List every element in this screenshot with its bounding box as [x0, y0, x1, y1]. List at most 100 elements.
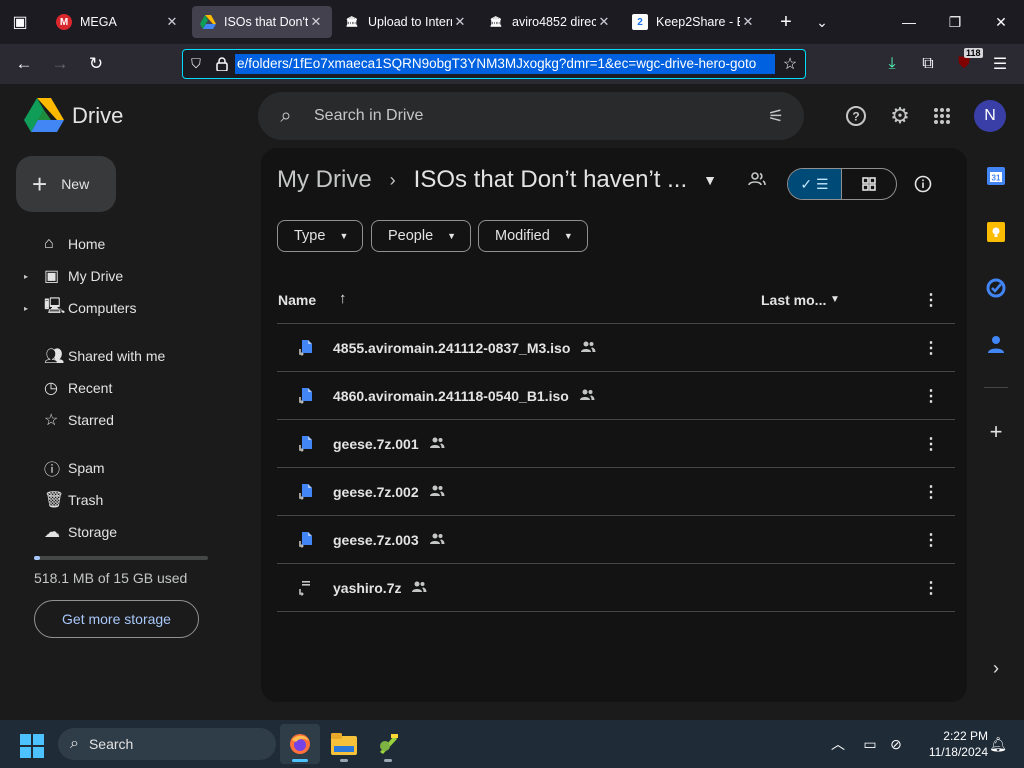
expand-caret-icon[interactable]: ▸ — [24, 272, 34, 281]
windows-start-icon[interactable] — [20, 734, 44, 758]
display-icon[interactable]: ▭ — [858, 720, 882, 768]
table-row[interactable]: geese.7z.003 ⋮ — [277, 516, 955, 564]
shared-people-icon — [429, 485, 445, 499]
sidebar-item-my-drive[interactable]: ▸ ▣ My Drive — [24, 260, 240, 292]
sidebar-item-shared[interactable]: 👥︎ Shared with me — [24, 340, 240, 372]
sidebar-item-recent[interactable]: ◷ Recent — [24, 372, 240, 404]
table-row[interactable]: geese.7z.002 ⋮ — [277, 468, 955, 516]
breadcrumb-current-folder[interactable]: ISOs that Don’t haven’t ... — [414, 166, 687, 194]
grid-view-button[interactable] — [842, 169, 896, 199]
more-vert-icon[interactable]: ⋮ — [923, 338, 939, 358]
taskbar-search-box[interactable]: ⌕ Search — [58, 728, 276, 760]
tab-upload-archive[interactable]: 🏛︎ Upload to Internet Archive ✕ — [336, 6, 476, 38]
search-input[interactable]: Search in Drive — [314, 107, 748, 125]
taskbar-clock[interactable]: 2:22 PM 11/18/2024 — [912, 728, 988, 760]
new-tab-icon[interactable]: + — [768, 11, 804, 34]
expand-caret-icon[interactable]: ▸ — [24, 304, 34, 313]
sidebar-item-trash[interactable]: 🗑︎ Trash — [24, 484, 240, 516]
network-volume-icon[interactable]: ⊘ — [884, 720, 908, 768]
show-hidden-icons-chevron-icon[interactable]: ︿ — [826, 720, 850, 768]
name-column-header[interactable]: Name — [278, 292, 316, 308]
tab-close-icon[interactable]: ✕ — [452, 14, 468, 30]
tab-mega[interactable]: M MEGA ✕ — [48, 6, 188, 38]
sidebar-item-starred[interactable]: ☆ Starred — [24, 404, 240, 436]
tab-close-icon[interactable]: ✕ — [164, 14, 180, 30]
more-vert-icon[interactable]: ⋮ — [923, 386, 939, 406]
tasks-icon[interactable] — [984, 276, 1008, 300]
more-vert-icon[interactable]: ⋮ — [923, 578, 939, 598]
more-vert-icon[interactable]: ⋮ — [923, 434, 939, 454]
add-addon-icon[interactable]: + — [984, 419, 1008, 444]
more-vert-icon[interactable]: ⋮ — [923, 290, 939, 310]
table-row[interactable]: 4855.aviromain.241112-0837_M3.iso ⋮ — [277, 324, 955, 372]
chevron-right-icon[interactable]: › — [984, 656, 1008, 680]
close-window-icon[interactable]: ✕ — [978, 0, 1024, 44]
more-vert-icon[interactable]: ⋮ — [923, 530, 939, 550]
calendar-icon[interactable]: 31 — [984, 164, 1008, 188]
info-icon[interactable] — [909, 170, 937, 198]
people-filter-chip[interactable]: People ▼ — [371, 220, 472, 252]
sidebar-item-home[interactable]: ⌂ Home — [24, 228, 240, 260]
tab-close-icon[interactable]: ✕ — [740, 14, 756, 30]
table-row[interactable]: yashiro.7z ⋮ — [277, 564, 955, 612]
file-explorer-taskbar-icon[interactable] — [324, 724, 364, 764]
people-icon: 👥︎ — [44, 348, 65, 365]
drive-search-bar[interactable]: ⌕ Search in Drive ⚟ — [258, 92, 804, 140]
file-name[interactable]: geese.7z.003 — [333, 532, 419, 548]
tab-close-icon[interactable]: ✕ — [596, 14, 612, 30]
sort-ascending-arrow-icon[interactable]: ↑ — [339, 290, 347, 307]
new-button[interactable]: + New — [16, 156, 116, 212]
minimize-icon[interactable]: — — [886, 0, 932, 44]
tab-keep2share[interactable]: 2 Keep2Share - Bu ✕ — [624, 6, 764, 38]
back-icon[interactable]: ← — [6, 48, 42, 80]
table-row[interactable]: geese.7z.001 ⋮ — [277, 420, 955, 468]
shield-icon[interactable]: ⛉ — [183, 50, 209, 78]
drive-logo[interactable]: Drive — [24, 98, 123, 134]
hamburger-menu-icon[interactable]: ☰ — [982, 44, 1018, 84]
apps-grid-icon[interactable] — [922, 96, 962, 136]
list-view-button[interactable]: ✓ ☰ — [788, 169, 843, 199]
notification-bell-icon[interactable]: 🔔︎ — [988, 720, 1008, 768]
file-name[interactable]: yashiro.7z — [333, 580, 401, 596]
ublock-extension-icon[interactable]: ⛊ 118 — [946, 44, 983, 84]
sidebar-item-storage[interactable]: ☁ Storage — [24, 516, 240, 548]
file-name[interactable]: 4860.aviromain.241118-0540_B1.iso — [333, 388, 569, 404]
type-filter-chip[interactable]: Type ▼ — [277, 220, 364, 252]
get-more-storage-button[interactable]: Get more storage — [34, 600, 199, 638]
extensions-icon[interactable]: ⧉ — [910, 44, 946, 84]
file-name[interactable]: 4855.aviromain.241112-0837_M3.iso — [333, 340, 570, 356]
chevron-down-icon[interactable]: ⌄ — [804, 14, 840, 31]
manage-access-icon[interactable] — [747, 172, 767, 191]
help-icon[interactable]: ? — [836, 96, 876, 136]
tab-list-icon[interactable]: ▣ — [0, 0, 40, 44]
search-options-icon[interactable]: ⚟ — [748, 106, 804, 127]
star-bookmark-icon[interactable]: ☆ — [775, 54, 805, 74]
lock-icon[interactable] — [209, 50, 235, 78]
file-name[interactable]: geese.7z.002 — [333, 484, 419, 500]
table-row[interactable]: 4860.aviromain.241118-0540_B1.iso ⋮ — [277, 372, 955, 420]
download-icon[interactable]: ⤓ — [874, 44, 910, 84]
sidebar-item-computers[interactable]: ▸ 🖳︎ Computers — [24, 292, 240, 324]
firefox-taskbar-icon[interactable] — [280, 724, 320, 764]
modified-filter-chip[interactable]: Modified ▼ — [478, 220, 588, 252]
caret-down-icon[interactable]: ▼ — [830, 294, 840, 305]
restore-icon[interactable]: ❐ — [932, 0, 978, 44]
url-text[interactable]: e/folders/1fEo7xmaeca1SQRN9obgT3YNM3MJxo… — [235, 54, 775, 74]
forward-icon[interactable]: → — [42, 48, 78, 80]
tab-drive-folder[interactable]: ISOs that Don't haven't ✕ — [192, 6, 332, 38]
more-vert-icon[interactable]: ⋮ — [923, 482, 939, 502]
address-bar[interactable]: ⛉ e/folders/1fEo7xmaeca1SQRN9obgT3YNM3MJ… — [182, 49, 806, 79]
tab-aviro-directory[interactable]: 🏛︎ aviro4852 directory ✕ — [480, 6, 620, 38]
search-icon[interactable]: ⌕ — [258, 105, 314, 128]
settings-gear-icon[interactable]: ⚙ — [880, 96, 920, 136]
keep-notes-icon[interactable] — [984, 220, 1008, 244]
reload-icon[interactable]: ↻ — [78, 48, 114, 80]
last-modified-column-header[interactable]: Last mo... — [761, 292, 826, 308]
sidebar-item-spam[interactable]: ⓘ Spam — [24, 452, 240, 484]
tab-close-icon[interactable]: ✕ — [308, 14, 324, 30]
folder-menu-caret-icon[interactable]: ▼ — [703, 172, 717, 188]
contacts-icon[interactable] — [984, 332, 1008, 356]
notepad-plus-plus-taskbar-icon[interactable] — [368, 724, 408, 764]
breadcrumb-root[interactable]: My Drive — [277, 166, 372, 194]
file-name[interactable]: geese.7z.001 — [333, 436, 419, 452]
